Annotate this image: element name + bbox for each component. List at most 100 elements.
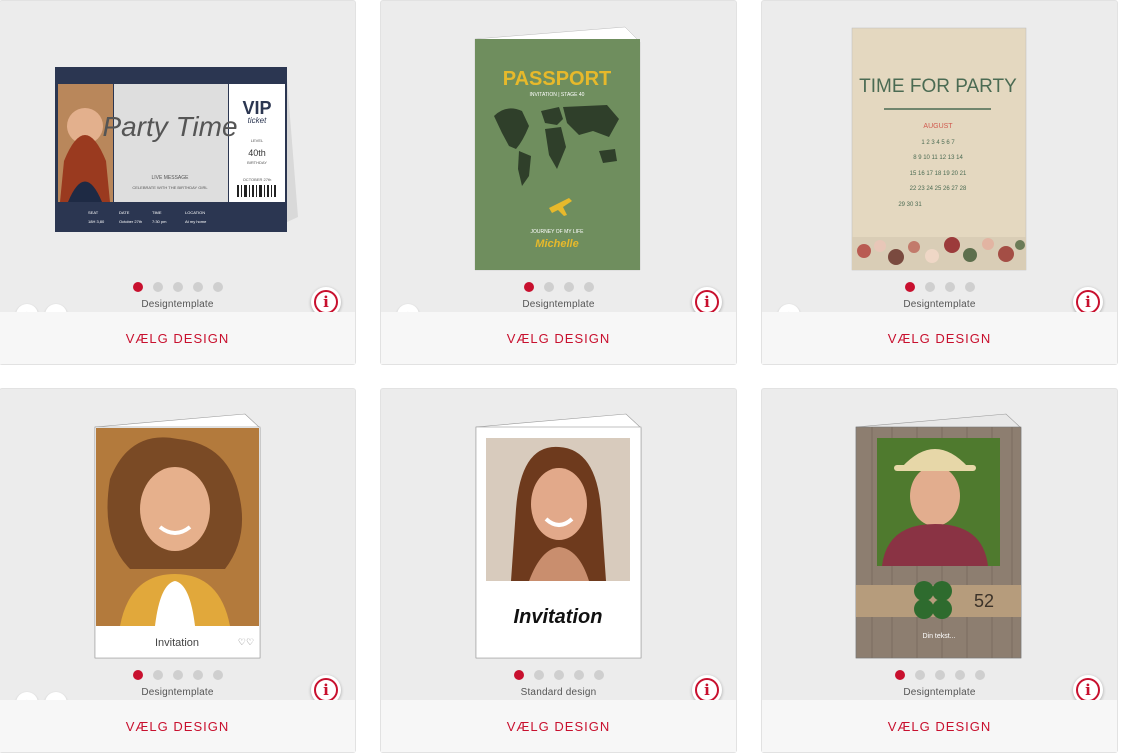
carousel-dot[interactable] [543, 282, 554, 292]
carousel-dots [0, 670, 355, 680]
birthday-text: BIRTHDAY [247, 160, 267, 165]
ticket-text: ticket [248, 116, 267, 125]
carousel-dot[interactable] [954, 670, 965, 680]
flower-border [852, 237, 1026, 270]
time-value: 7:30 pm [152, 219, 167, 224]
passport-title: PASSPORT [503, 68, 612, 90]
card-caption: Invitation [155, 637, 199, 649]
select-design-button[interactable]: VÆLG DESIGN [507, 719, 610, 734]
design-type-label: Designtemplate [903, 299, 976, 310]
carousel-dot[interactable] [924, 282, 935, 292]
carousel-dots [762, 670, 1117, 680]
seat-label: SEAT [88, 210, 99, 215]
calendar-week: 22 23 24 25 26 27 28 [910, 186, 967, 192]
location-label: LOCATION [185, 210, 205, 215]
carousel-dots [762, 282, 1117, 292]
select-design-button[interactable]: VÆLG DESIGN [888, 719, 991, 734]
carousel-dot[interactable] [553, 670, 564, 680]
select-design-button[interactable]: VÆLG DESIGN [888, 331, 991, 346]
design-type-label: Standard design [520, 687, 597, 698]
carousel-dot[interactable] [904, 282, 915, 292]
card-preview[interactable]: Party Time LIVE MESSAGE CELEBRATE WITH T… [0, 1, 355, 276]
carousel-dot[interactable] [192, 282, 203, 292]
carousel-dot[interactable] [152, 282, 163, 292]
design-card-5[interactable]: Invitation Standard design i VÆLG DESIGN [381, 389, 736, 752]
select-design-button[interactable]: VÆLG DESIGN [126, 331, 229, 346]
carousel-dot[interactable] [563, 282, 574, 292]
carousel-dot[interactable] [944, 282, 955, 292]
design-card-2[interactable]: PASSPORT INVITATION | STAGE 40 JOURNEY O… [381, 1, 736, 364]
design-type-label: Designtemplate [522, 299, 595, 310]
carousel-dot[interactable] [583, 282, 594, 292]
card-preview[interactable]: 52 Din tekst... [762, 389, 1117, 664]
carousel-dot[interactable] [914, 670, 925, 680]
select-design-button[interactable]: VÆLG DESIGN [507, 331, 610, 346]
carousel-dot[interactable] [172, 282, 183, 292]
design-type-label: Designtemplate [903, 687, 976, 698]
design-card-4[interactable]: Invitation ♡♡ Designtemplate ◈ ◒ i VÆLG … [0, 389, 355, 752]
select-design-bar: VÆLG DESIGN [762, 312, 1117, 364]
card-preview[interactable]: Invitation [381, 389, 736, 664]
info-icon: i [314, 678, 338, 702]
journey-text: JOURNEY OF MY LIFE [531, 229, 585, 235]
carousel-dot[interactable] [894, 670, 905, 680]
design-card-6[interactable]: 52 Din tekst... Designtemplate i VÆLG DE… [762, 389, 1117, 752]
carousel-dot[interactable] [523, 282, 534, 292]
carousel-dot[interactable] [212, 670, 223, 680]
carousel-dot[interactable] [964, 282, 975, 292]
carousel-dot[interactable] [573, 670, 584, 680]
carousel-dot[interactable] [513, 670, 524, 680]
calendar-month: AUGUST [923, 123, 953, 130]
seat-value: 18H 3,80 [88, 219, 105, 224]
calendar-week: 8 9 10 11 12 13 14 [913, 155, 963, 161]
ticket-date-text: OCTOBER 27th [243, 177, 272, 182]
level-text: LEVEL [251, 138, 264, 143]
design-card-1[interactable]: Party Time LIVE MESSAGE CELEBRATE WITH T… [0, 1, 355, 364]
carousel-dot[interactable] [974, 670, 985, 680]
carousel-dots [381, 282, 736, 292]
passport-name: Michelle [535, 238, 578, 250]
carousel-dot[interactable] [593, 670, 604, 680]
info-icon: i [314, 290, 338, 314]
hearts-icon: ♡♡ [238, 637, 254, 647]
age-number: 52 [974, 591, 994, 611]
vip-text: VIP [242, 98, 271, 118]
design-card-3[interactable]: TIME FOR PARTY AUGUST 1 2 3 4 5 6 7 8 9 … [762, 1, 1117, 364]
location-value: At my home [185, 219, 207, 224]
carousel-dots [0, 282, 355, 292]
card-preview[interactable]: TIME FOR PARTY AUGUST 1 2 3 4 5 6 7 8 9 … [762, 1, 1117, 276]
calendar-title: TIME FOR PARTY [859, 76, 1017, 97]
carousel-dot[interactable] [172, 670, 183, 680]
select-design-bar: VÆLG DESIGN [381, 312, 736, 364]
calendar-week: 29 30 31 [898, 202, 922, 208]
calendar-week: 1 2 3 4 5 6 7 [921, 140, 955, 146]
select-design-bar: VÆLG DESIGN [0, 312, 355, 364]
info-icon: i [695, 290, 719, 314]
carousel-dot[interactable] [132, 282, 143, 292]
age-text: 40th [248, 148, 266, 158]
carousel-dot[interactable] [192, 670, 203, 680]
carousel-dot[interactable] [212, 282, 223, 292]
select-design-bar: VÆLG DESIGN [762, 700, 1117, 752]
card-preview[interactable]: PASSPORT INVITATION | STAGE 40 JOURNEY O… [381, 1, 736, 276]
card-caption: Invitation [514, 606, 603, 628]
carousel-dots [381, 670, 736, 680]
select-design-bar: VÆLG DESIGN [0, 700, 355, 752]
passport-subtitle: INVITATION | STAGE 40 [530, 92, 585, 98]
party-time-title: Party Time [102, 111, 237, 142]
card-text: Din tekst... [922, 633, 955, 640]
carousel-dot[interactable] [934, 670, 945, 680]
card-preview[interactable]: Invitation ♡♡ [0, 389, 355, 664]
time-label: TIME [152, 210, 162, 215]
calendar-week: 15 16 17 18 19 20 21 [910, 171, 967, 177]
info-icon: i [695, 678, 719, 702]
info-icon: i [1076, 290, 1100, 314]
info-icon: i [1076, 678, 1100, 702]
select-design-bar: VÆLG DESIGN [381, 700, 736, 752]
carousel-dot[interactable] [152, 670, 163, 680]
carousel-dot[interactable] [533, 670, 544, 680]
date-value: October 27th [119, 219, 142, 224]
select-design-button[interactable]: VÆLG DESIGN [126, 719, 229, 734]
date-label: DATE [119, 210, 130, 215]
carousel-dot[interactable] [132, 670, 143, 680]
